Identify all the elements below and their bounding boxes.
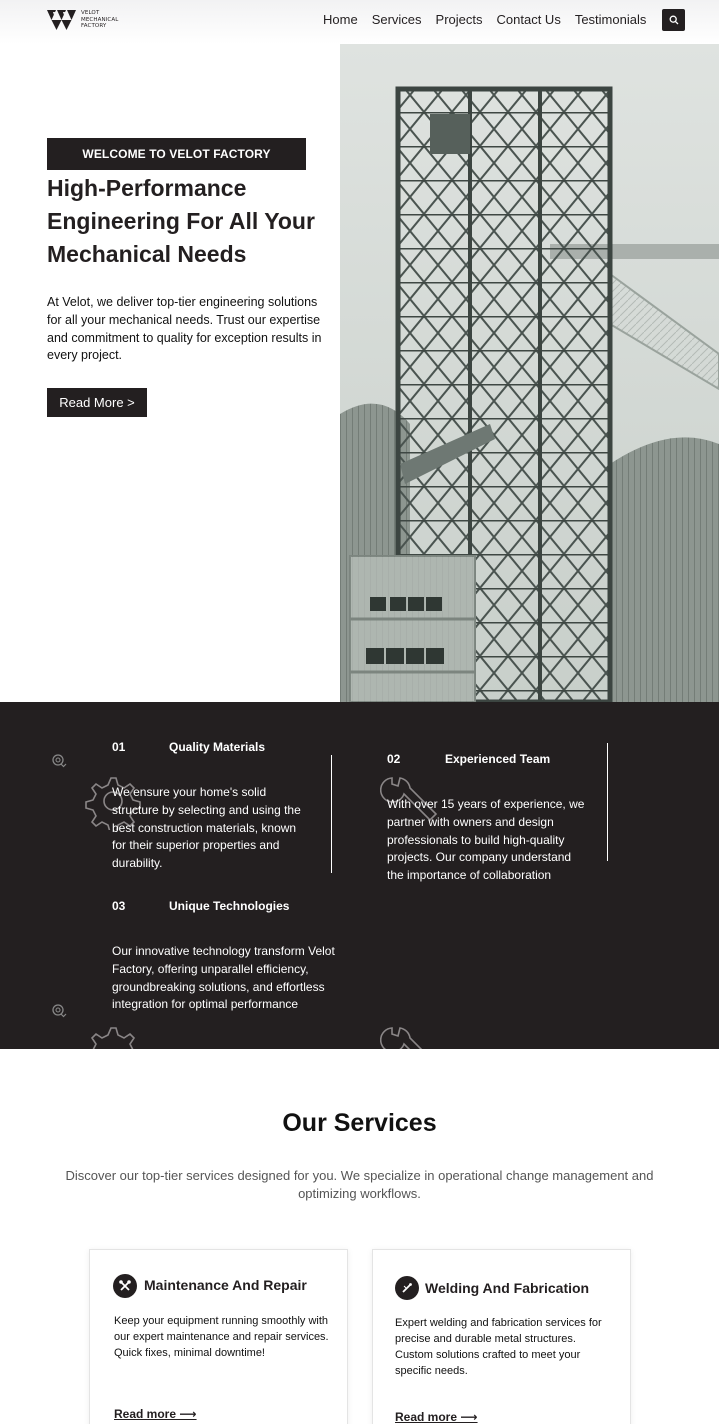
logo-text: VELOT MECHANICAL FACTORY	[81, 10, 118, 30]
feature-number: 01	[112, 740, 126, 754]
main-nav: Home Services Projects Contact Us Testim…	[323, 12, 646, 28]
feature-description: With over 15 years of experience, we par…	[387, 797, 585, 883]
feature-number: 03	[112, 899, 126, 913]
site-header: VELOT MECHANICAL FACTORY Home Services P…	[0, 0, 719, 44]
hero-badge: WELCOME TO VELOT FACTORY	[47, 138, 306, 170]
service-card-description: Keep your equipment running smoothly wit…	[114, 1315, 329, 1359]
nav-contact-us[interactable]: Contact Us	[497, 12, 561, 28]
logo[interactable]: VELOT MECHANICAL FACTORY	[47, 9, 118, 31]
tools-icon	[113, 1274, 137, 1298]
feature-divider	[607, 743, 608, 861]
gear-heart-icon-2	[52, 1004, 67, 1018]
feature-title: Experienced Team	[445, 752, 551, 766]
wrench-outline-icon-2	[380, 1027, 423, 1049]
service-card-description: Expert welding and fabrication services …	[395, 1317, 602, 1377]
feature-title: Unique Technologies	[169, 899, 290, 913]
service-card-read-more-link[interactable]: Read more ⟶	[395, 1410, 478, 1424]
nav-services[interactable]: Services	[372, 12, 422, 28]
service-card-title: Maintenance And Repair	[144, 1277, 307, 1293]
feature-description: Our innovative technology transform Velo…	[112, 944, 335, 1012]
hero-factory-image	[340, 44, 719, 702]
search-button[interactable]	[662, 9, 685, 31]
logo-mark-icon	[47, 10, 76, 30]
services-description: Discover our top-tier services designed …	[65, 1168, 654, 1201]
search-icon	[669, 15, 678, 25]
feature-number: 02	[387, 752, 401, 766]
nav-projects[interactable]: Projects	[436, 12, 483, 28]
hero-title: High-Performance Engineering For All You…	[47, 175, 315, 267]
logo-line-3: FACTORY	[81, 23, 107, 30]
feature-divider	[331, 755, 332, 873]
services-title: Our Services	[282, 1109, 437, 1137]
service-card-title: Welding And Fabrication	[425, 1280, 590, 1296]
gear-outline-icon-2	[90, 1027, 136, 1049]
nav-home[interactable]: Home	[323, 12, 358, 28]
read-more-button[interactable]: Read More >	[47, 388, 147, 417]
hero-description: At Velot, we deliver top-tier engineerin…	[47, 295, 322, 363]
service-card-welding: Welding And Fabrication Expert welding a…	[372, 1249, 631, 1424]
service-card-read-more-link[interactable]: Read more ⟶	[114, 1407, 197, 1421]
service-card-maintenance: Maintenance And Repair Keep your equipme…	[89, 1249, 348, 1424]
gear-heart-icon	[52, 754, 67, 768]
feature-title: Quality Materials	[169, 740, 266, 754]
nav-testimonials[interactable]: Testimonials	[575, 12, 647, 28]
features-section: 01 Quality Materials We ensure your home…	[0, 702, 719, 1049]
welding-icon	[395, 1276, 419, 1300]
feature-description: We ensure your home's solid structure by…	[112, 785, 301, 871]
